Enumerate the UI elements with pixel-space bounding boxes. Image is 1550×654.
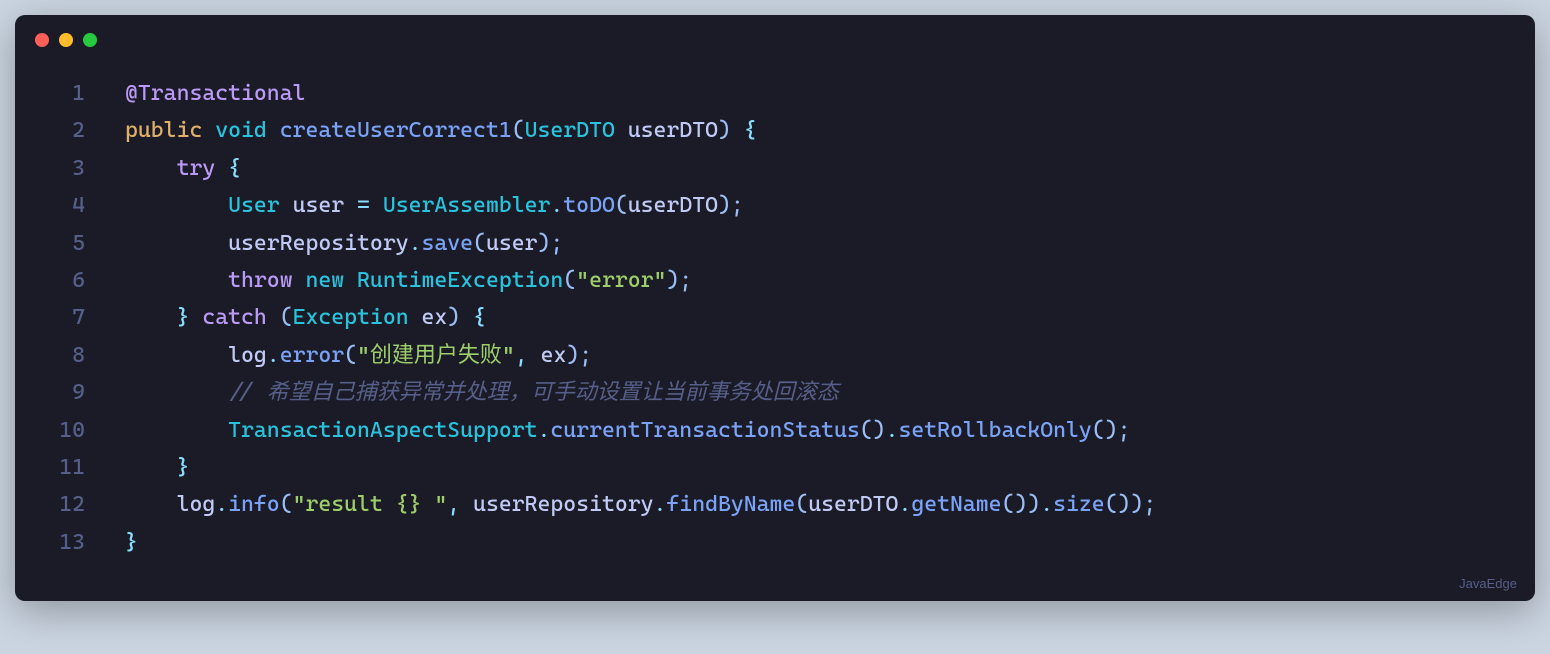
- minimize-icon[interactable]: [59, 33, 73, 47]
- code-line: 3 try {: [45, 150, 1505, 187]
- code-line: 5 userRepository.save(user);: [45, 225, 1505, 262]
- close-icon[interactable]: [35, 33, 49, 47]
- code-window: 1 @Transactional 2 public void createUse…: [15, 15, 1535, 601]
- code-content: }: [125, 449, 1505, 486]
- code-content: }: [125, 524, 1505, 561]
- code-content: @Transactional: [125, 75, 1505, 112]
- code-content: } catch (Exception ex) {: [125, 299, 1505, 336]
- code-content: userRepository.save(user);: [125, 225, 1505, 262]
- line-number: 2: [45, 112, 85, 149]
- line-number: 11: [45, 449, 85, 486]
- code-line: 9 // 希望自己捕获异常并处理，可手动设置让当前事务处回滚态: [45, 374, 1505, 411]
- watermark: JavaEdge: [1459, 576, 1517, 591]
- code-content: TransactionAspectSupport.currentTransact…: [125, 412, 1505, 449]
- code-line: 11 }: [45, 449, 1505, 486]
- line-number: 10: [45, 412, 85, 449]
- code-line: 1 @Transactional: [45, 75, 1505, 112]
- line-number: 1: [45, 75, 85, 112]
- code-line: 8 log.error("创建用户失败", ex);: [45, 337, 1505, 374]
- code-line: 6 throw new RuntimeException("error");: [45, 262, 1505, 299]
- line-number: 3: [45, 150, 85, 187]
- code-content: throw new RuntimeException("error");: [125, 262, 1505, 299]
- code-line: 10 TransactionAspectSupport.currentTrans…: [45, 412, 1505, 449]
- code-content: public void createUserCorrect1(UserDTO u…: [125, 112, 1505, 149]
- line-number: 13: [45, 524, 85, 561]
- code-content: User user = UserAssembler.toDO(userDTO);: [125, 187, 1505, 224]
- maximize-icon[interactable]: [83, 33, 97, 47]
- line-number: 9: [45, 374, 85, 411]
- line-number: 12: [45, 486, 85, 523]
- code-content: // 希望自己捕获异常并处理，可手动设置让当前事务处回滚态: [125, 374, 1505, 411]
- code-line: 4 User user = UserAssembler.toDO(userDTO…: [45, 187, 1505, 224]
- line-number: 8: [45, 337, 85, 374]
- code-content: log.error("创建用户失败", ex);: [125, 337, 1505, 374]
- code-line: 7 } catch (Exception ex) {: [45, 299, 1505, 336]
- titlebar: [15, 15, 1535, 65]
- code-area: 1 @Transactional 2 public void createUse…: [15, 65, 1535, 601]
- code-content: log.info("result {} ", userRepository.fi…: [125, 486, 1505, 523]
- line-number: 5: [45, 225, 85, 262]
- code-content: try {: [125, 150, 1505, 187]
- line-number: 6: [45, 262, 85, 299]
- code-line: 13 }: [45, 524, 1505, 561]
- code-line: 12 log.info("result {} ", userRepository…: [45, 486, 1505, 523]
- line-number: 7: [45, 299, 85, 336]
- line-number: 4: [45, 187, 85, 224]
- code-line: 2 public void createUserCorrect1(UserDTO…: [45, 112, 1505, 149]
